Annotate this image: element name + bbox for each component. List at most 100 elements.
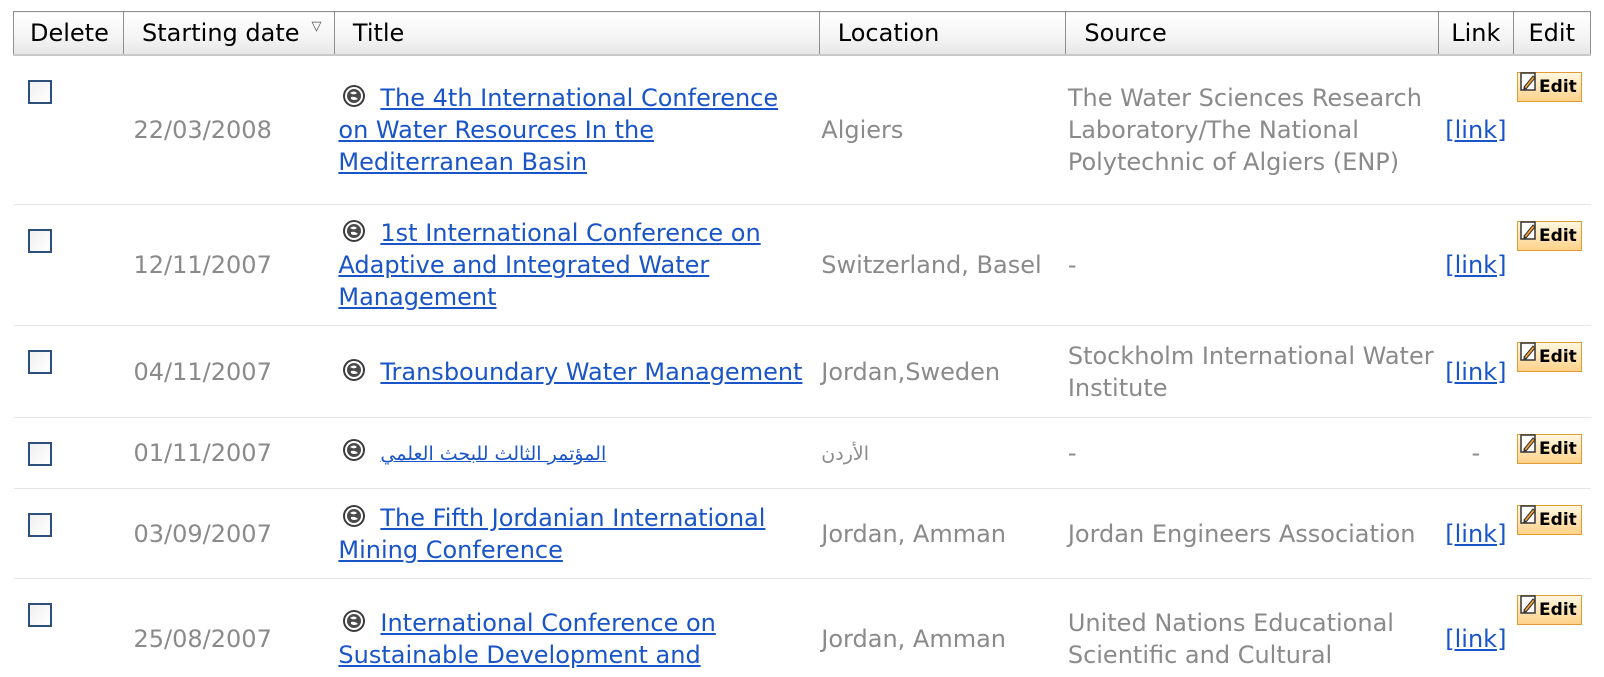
pencil-edit-icon (1520, 71, 1539, 103)
header-location[interactable]: Location (818, 11, 1067, 56)
pencil-edit-icon (1520, 433, 1539, 465)
event-title-link[interactable]: The 4th International Conference on Wate… (338, 84, 778, 176)
header-delete[interactable]: Delete (12, 11, 125, 56)
edit-button[interactable]: Edit (1517, 221, 1582, 251)
pencil-edit-icon (1520, 220, 1539, 252)
edit-cell: Edit (1513, 54, 1591, 205)
link-placeholder: - (1471, 439, 1481, 467)
edit-button[interactable]: Edit (1517, 505, 1582, 535)
header-edit-label: Edit (1528, 18, 1575, 47)
events-page: Delete Starting date ▽ Title Location Sou… (0, 0, 1604, 677)
source-cell: - (1065, 204, 1439, 326)
starting-date: 22/03/2008 (133, 115, 272, 144)
event-source: Stockholm International Water Institute (1067, 341, 1434, 402)
external-link[interactable]: [link] (1445, 520, 1506, 548)
pencil-edit-icon (1520, 594, 1539, 626)
event-source: - (1067, 251, 1077, 279)
table-row: 03/09/2007 The Fifth Jordanian Internatio… (13, 488, 1591, 579)
delete-checkbox[interactable] (27, 229, 52, 253)
edit-button[interactable]: Edit (1517, 595, 1582, 625)
globe-icon (342, 504, 366, 528)
header-edit[interactable]: Edit (1512, 11, 1592, 56)
table-header-row: Delete Starting date ▽ Title Location Sou… (12, 11, 1592, 56)
starting-date: 12/11/2007 (133, 251, 272, 279)
edit-cell: Edit (1513, 488, 1591, 579)
event-location: Jordan,Sweden (821, 357, 1001, 386)
delete-cell (13, 54, 124, 205)
source-cell: - (1065, 417, 1439, 489)
header-title-label: Title (352, 18, 405, 47)
link-cell: - (1438, 417, 1514, 489)
pencil-edit-icon (1520, 504, 1539, 536)
header-source-label: Source (1084, 18, 1167, 47)
location-cell: Jordan,Sweden (819, 325, 1066, 418)
link-cell: [link] (1438, 54, 1514, 205)
edit-button[interactable]: Edit (1517, 71, 1582, 103)
table-row: 01/11/2007 المؤتمر الثالث للبحث العلمي الأ… (13, 417, 1591, 489)
external-link[interactable]: [link] (1445, 116, 1506, 144)
delete-checkbox[interactable] (27, 603, 52, 627)
event-location: الأردن (821, 443, 870, 465)
header-location-label: Location (837, 18, 940, 47)
title-cell: International Conference on Sustainable … (334, 578, 820, 677)
date-cell: 22/03/2008 (123, 54, 335, 205)
location-cell: Jordan, Amman (819, 578, 1066, 677)
link-cell: [link] (1438, 204, 1514, 326)
globe-icon (342, 609, 366, 633)
external-link[interactable]: [link] (1445, 625, 1506, 653)
globe-icon (342, 438, 366, 462)
sort-descending-icon[interactable]: ▽ (312, 19, 322, 34)
title-cell: Transboundary Water Management (334, 325, 820, 418)
edit-cell: Edit (1513, 204, 1591, 326)
link-cell: [link] (1438, 578, 1514, 677)
header-delete-label: Delete (30, 18, 109, 47)
event-location: Switzerland, Basel (821, 251, 1042, 279)
location-cell: Jordan, Amman (819, 488, 1066, 579)
header-starting-date[interactable]: Starting date ▽ (123, 11, 335, 56)
date-cell: 01/11/2007 (123, 417, 335, 489)
edit-button[interactable]: Edit (1517, 434, 1582, 464)
delete-checkbox[interactable] (27, 79, 52, 104)
event-title-link[interactable]: Transboundary Water Management (380, 358, 802, 386)
event-title-link[interactable]: المؤتمر الثالث للبحث العلمي (380, 443, 606, 465)
location-cell: Switzerland, Basel (819, 204, 1066, 326)
globe-icon (342, 358, 366, 382)
source-cell: United Nations Educational Scientific an… (1065, 578, 1439, 677)
starting-date: 01/11/2007 (133, 439, 272, 467)
event-title-link[interactable]: The Fifth Jordanian International Mining… (338, 504, 765, 564)
edit-button-label: Edit (1539, 510, 1577, 530)
link-cell: [link] (1438, 325, 1514, 418)
edit-button-label: Edit (1539, 439, 1577, 459)
link-cell: [link] (1438, 488, 1514, 579)
title-cell: The Fifth Jordanian International Mining… (334, 488, 820, 579)
header-starting-date-label: Starting date (142, 18, 300, 47)
external-link[interactable]: [link] (1445, 251, 1506, 279)
date-cell: 03/09/2007 (123, 488, 335, 579)
header-link[interactable]: Link (1438, 11, 1514, 56)
title-cell: The 4th International Conference on Wate… (334, 54, 820, 205)
header-link-label: Link (1451, 18, 1501, 47)
external-link[interactable]: [link] (1445, 358, 1506, 386)
starting-date: 03/09/2007 (133, 519, 272, 548)
starting-date: 25/08/2007 (133, 624, 272, 653)
edit-button[interactable]: Edit (1517, 342, 1582, 372)
event-location: Algiers (821, 115, 904, 144)
delete-checkbox[interactable] (27, 513, 52, 537)
event-title-link[interactable]: 1st International Conference on Adaptive… (338, 219, 760, 311)
table-row: 12/11/2007 1st International Conference o… (13, 204, 1591, 326)
date-cell: 04/11/2007 (123, 325, 335, 418)
delete-checkbox[interactable] (27, 442, 52, 466)
source-cell: Stockholm International Water Institute (1065, 325, 1439, 418)
events-table: Delete Starting date ▽ Title Location Sou… (12, 11, 1592, 677)
delete-checkbox[interactable] (27, 350, 52, 374)
edit-cell: Edit (1513, 578, 1591, 677)
delete-cell (13, 417, 124, 489)
header-title[interactable]: Title (333, 11, 820, 56)
header-source[interactable]: Source (1065, 11, 1440, 56)
date-cell: 25/08/2007 (123, 578, 335, 677)
event-title-link[interactable]: International Conference on Sustainable … (338, 609, 715, 669)
globe-icon (342, 84, 366, 108)
event-source: The Water Sciences Research Laboratory/T… (1067, 83, 1422, 176)
event-source: - (1067, 439, 1077, 467)
edit-cell: Edit (1513, 325, 1591, 418)
